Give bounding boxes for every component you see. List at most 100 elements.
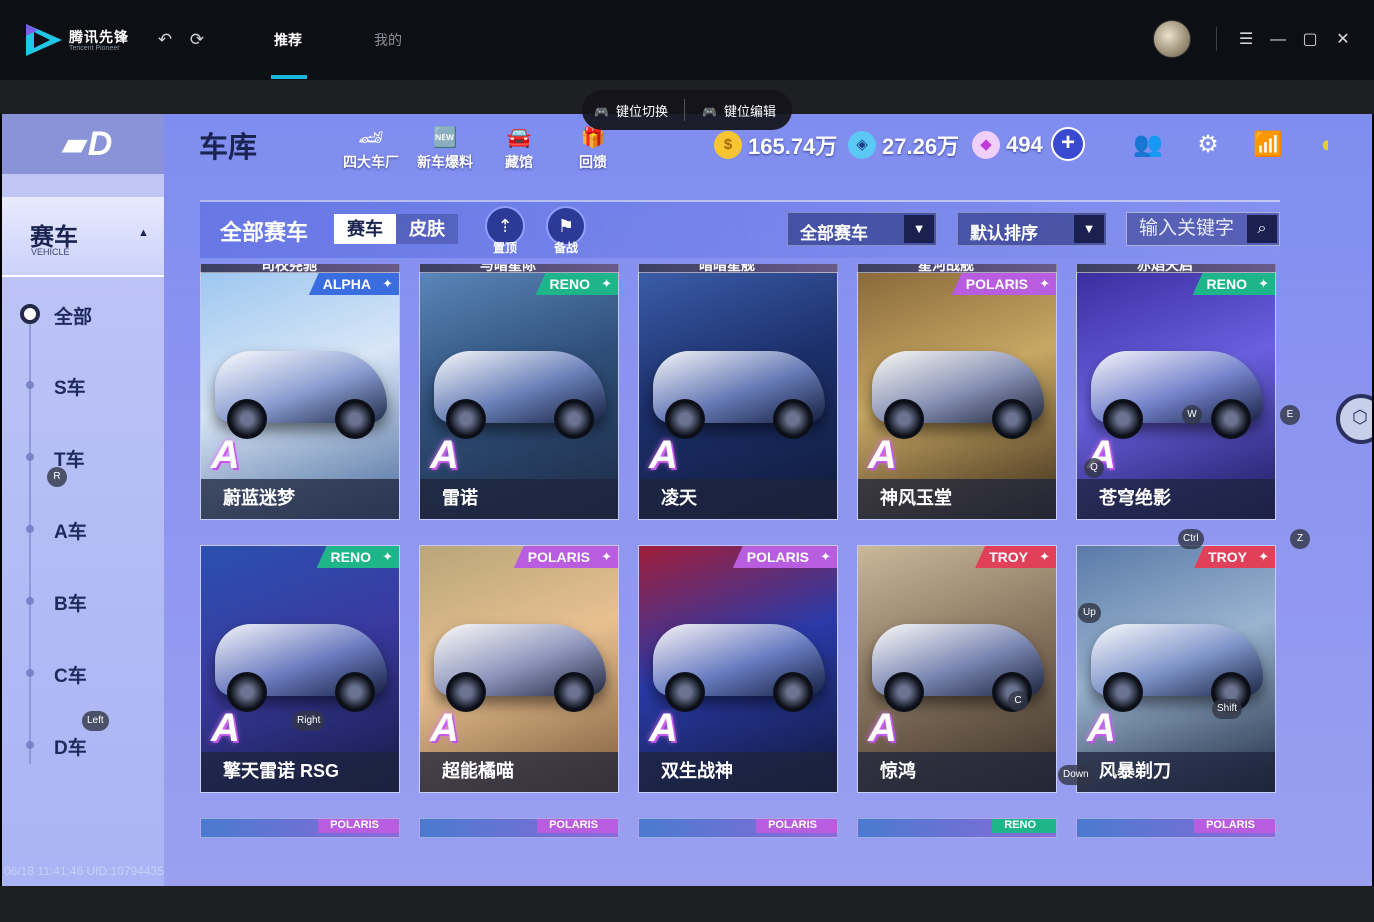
wheel-image <box>335 672 375 712</box>
nav-new-car-news[interactable]: 🆕 新车爆料 <box>410 124 480 174</box>
car-grade: A <box>868 706 897 750</box>
brand-badge: ALPHA ✦ <box>308 273 399 295</box>
car-card[interactable]: RENO ✦ A 雷诺 <box>419 272 619 520</box>
key-switch-label: 键位切换 <box>616 104 669 119</box>
chevron-down-icon: ▼ <box>904 215 934 243</box>
dot-icon <box>26 381 34 389</box>
type-dropdown-value: 全部赛车 <box>800 224 868 243</box>
type-dropdown[interactable]: 全部赛车 ▼ <box>787 212 937 246</box>
pin-top-button[interactable]: ⇡ 置顶 <box>483 206 527 256</box>
wheel-image <box>773 672 813 712</box>
card-peek[interactable]: POLARIS <box>638 818 838 838</box>
key-hint: E <box>1280 405 1300 425</box>
brand-label: POLARIS <box>746 549 809 565</box>
sidebar-item-b[interactable]: B车 <box>54 589 87 616</box>
toggle-skins[interactable]: 皮肤 <box>396 214 458 244</box>
logo-mark-icon <box>26 24 62 56</box>
search-box: ⌕ <box>1126 212 1280 246</box>
car-grade: A <box>430 433 459 477</box>
prepare-button[interactable]: ⚑ 备战 <box>544 206 588 256</box>
nav-collection[interactable]: 🚘 藏馆 <box>484 124 554 174</box>
sidebar-item-all[interactable]: 全部 <box>54 302 92 329</box>
brand-emblem-icon: ✦ <box>601 276 612 291</box>
brand-emblem-icon: ✦ <box>1258 276 1269 291</box>
card-peek[interactable]: POLARIS <box>1076 818 1276 838</box>
brand-badge: POLARIS ✦ <box>513 546 618 568</box>
game-logo-icon: ▰D <box>61 125 113 163</box>
car-card[interactable]: POLARIS ✦ A 神风玉堂 <box>857 272 1057 520</box>
prepare-label: 备战 <box>553 241 578 255</box>
side-drawer-button[interactable]: ⬡ <box>1336 394 1372 444</box>
friends-mail-icon[interactable]: 👥 <box>1130 127 1166 163</box>
garage-icon: 🚘 <box>506 127 532 149</box>
active-tab-indicator <box>271 75 307 79</box>
voucher-value: 27.26万 <box>882 134 960 159</box>
maximize-icon[interactable]: ▢ <box>1299 29 1321 51</box>
car-grade: A <box>1087 706 1116 750</box>
new-badge-icon: 🆕 <box>432 127 458 149</box>
car-card[interactable]: RENO ✦ A 擎天雷诺 RSG <box>200 545 400 793</box>
wheel-image <box>554 399 594 439</box>
car-card[interactable]: RENO ✦ A 苍穹绝影 <box>1076 272 1276 520</box>
search-icon[interactable]: ⌕ <box>1247 215 1277 243</box>
recharge-plus-button[interactable]: + <box>1051 127 1085 161</box>
car-card[interactable]: POLARIS ✦ A 超能橘喵 <box>419 545 619 793</box>
car-grade: A <box>868 433 897 477</box>
tab-recommend[interactable]: 推荐 <box>274 30 302 50</box>
refresh-icon[interactable]: ⟳ <box>187 30 207 50</box>
car-name: 雷诺 <box>442 488 478 508</box>
sort-dropdown[interactable]: 默认排序 ▼ <box>957 212 1107 246</box>
brand-badge: RENO ✦ <box>535 273 618 295</box>
car-name: 苍穹绝影 <box>1099 488 1171 508</box>
card-peek[interactable]: RENO <box>857 818 1057 838</box>
search-input[interactable] <box>1127 213 1245 245</box>
car-name: 擎天雷诺 RSG <box>223 761 340 781</box>
car-card[interactable]: POLARIS ✦ A 双生战神 <box>638 545 838 793</box>
collapse-arrow-icon[interactable]: ▲ <box>138 227 149 239</box>
car-grade: A <box>649 706 678 750</box>
car-name: 超能橘喵 <box>442 761 514 781</box>
coin-icon: $ <box>714 131 742 159</box>
tab-mine[interactable]: 我的 <box>374 30 402 50</box>
undo-icon[interactable]: ↶ <box>155 30 175 50</box>
key-edit-button[interactable]: 🎮 键位编辑 <box>702 101 776 120</box>
key-hint: Right <box>292 711 326 731</box>
chevron-down-icon: ▼ <box>1074 215 1104 243</box>
key-switch-button[interactable]: 🎮 键位切换 <box>594 101 668 120</box>
divider <box>1216 27 1217 51</box>
car-card[interactable]: TROY ✦ A 风暴剃刀 <box>1076 545 1276 793</box>
car-grade: A <box>211 706 240 750</box>
filter-title: 全部赛车 <box>220 220 309 245</box>
sidebar-item-c[interactable]: C车 <box>54 661 87 688</box>
car-card[interactable]: TROY ✦ A 惊鸿 <box>857 545 1057 793</box>
minimize-icon[interactable]: — <box>1267 29 1289 51</box>
sidebar-item-a[interactable]: A车 <box>54 517 87 544</box>
event-icon[interactable]: ◐ <box>1310 127 1346 163</box>
wheel-image <box>554 672 594 712</box>
close-icon[interactable]: ✕ <box>1332 29 1354 51</box>
pin-top-label: 置顶 <box>492 241 517 255</box>
car-card[interactable]: ALPHA ✦ A 蔚蓝迷梦 <box>200 272 400 520</box>
category-header[interactable]: 赛车 VEHICLE ▲ <box>2 197 164 277</box>
card-peek[interactable]: POLARIS <box>200 818 400 838</box>
key-hint: Down <box>1058 765 1094 785</box>
sidebar-item-s[interactable]: S车 <box>54 373 86 400</box>
key-hint: Q <box>1084 458 1104 478</box>
menu-icon[interactable]: ☰ <box>1235 29 1257 51</box>
wheel-image <box>992 399 1032 439</box>
avatar[interactable] <box>1153 20 1191 58</box>
settings-gear-icon[interactable]: ⚙ <box>1190 127 1226 163</box>
brand-badge: TROY ✦ <box>975 546 1056 568</box>
page-title: 车库 <box>199 132 258 164</box>
sidebar-item-d[interactable]: D车 <box>54 733 87 760</box>
toggle-cars[interactable]: 赛车 <box>334 214 396 244</box>
nav-label: 藏馆 <box>505 154 533 170</box>
nav-four-factories[interactable]: 🏎 四大车厂 <box>336 124 406 174</box>
card-peek[interactable]: POLARIS <box>419 818 619 838</box>
wifi-icon[interactable]: 📶 <box>1250 127 1286 163</box>
brand-badge: RENO ✦ <box>1192 273 1275 295</box>
filter-bar: 全部赛车 赛车 皮肤 ⇡ 置顶 ⚑ 备战 全部赛车 ▼ 默认排序 ▼ ⌕ <box>200 200 1280 258</box>
car-card[interactable]: A 凌天 <box>638 272 838 520</box>
nav-rewards[interactable]: 🎁 回馈 <box>558 124 628 174</box>
brand-label: TROY <box>989 549 1028 565</box>
